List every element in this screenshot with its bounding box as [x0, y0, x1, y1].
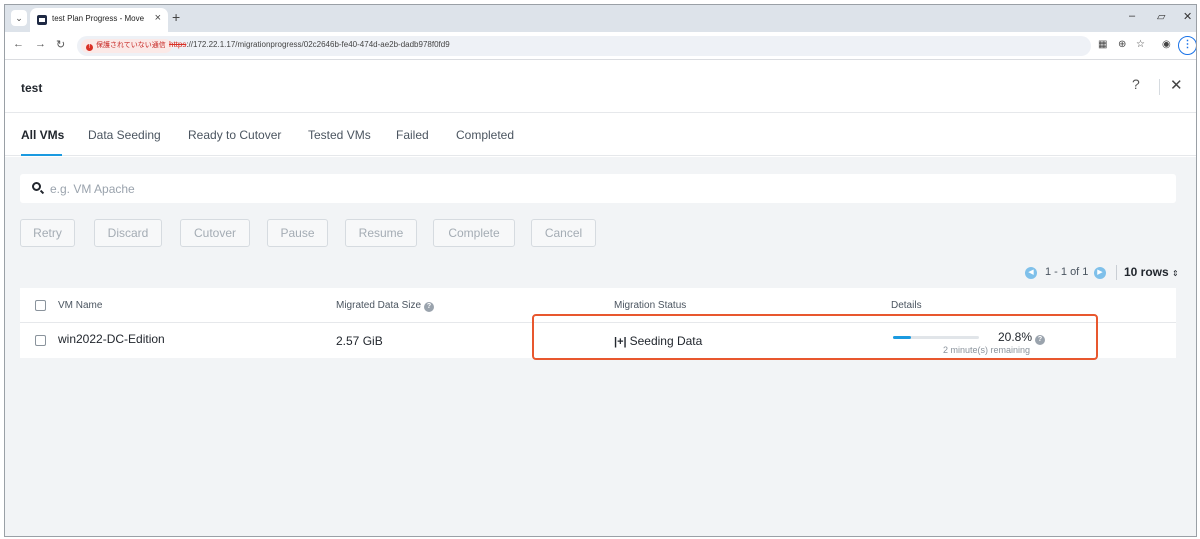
tab-search-icon[interactable]: ⌄ [11, 10, 27, 26]
app-header: test ? ✕ [5, 61, 1196, 113]
search-input[interactable] [50, 179, 1160, 198]
browser-tab-title: test Plan Progress - Move [52, 14, 145, 23]
tab-all-vms[interactable]: All VMs [21, 128, 64, 142]
resume-button[interactable]: Resume [345, 219, 417, 247]
page-range: 1 - 1 of 1 [1045, 266, 1089, 278]
discard-button[interactable]: Discard [94, 219, 162, 247]
pause-button[interactable]: Pause [267, 219, 328, 247]
security-label: 保護されていない通信 [96, 42, 166, 49]
col-vm-name[interactable]: VM Name [58, 300, 102, 311]
help-icon[interactable]: ? [1132, 76, 1140, 92]
url-scheme: https [169, 40, 187, 49]
bookmark-star-icon[interactable]: ☆ [1136, 39, 1145, 50]
reload-icon[interactable]: ↻ [56, 38, 65, 51]
vm-table: VM Name Migrated Data Size? Migration St… [20, 288, 1176, 358]
tab-data-seeding[interactable]: Data Seeding [88, 128, 161, 142]
zoom-icon[interactable]: ⊕ [1118, 39, 1126, 50]
url-text[interactable]: https://172.22.1.17/migrationprogress/02… [169, 40, 450, 49]
tab-completed[interactable]: Completed [456, 128, 514, 142]
pager-divider [1116, 265, 1117, 280]
col-migrated-data-size-label: Migrated Data Size [336, 300, 422, 311]
window-close-button[interactable]: ✕ [1183, 10, 1192, 23]
help-circle-icon[interactable]: ? [424, 302, 435, 312]
status-tabs: All VMs Data Seeding Ready to Cutover Te… [5, 113, 1196, 156]
profile-icon[interactable]: ◉ [1162, 39, 1171, 50]
select-all-checkbox[interactable] [35, 300, 46, 311]
seeding-icon: |+| [614, 336, 627, 348]
back-icon[interactable]: ← [13, 38, 24, 50]
tab-failed[interactable]: Failed [396, 128, 429, 142]
browser-menu-icon[interactable]: ⋮ [1178, 36, 1196, 55]
browser-tabstrip: ⌄ test Plan Progress - Move × + – ▱ ✕ [5, 5, 1196, 32]
retry-button[interactable]: Retry [20, 219, 75, 247]
page-title: test [21, 81, 43, 95]
time-remaining: 2 minute(s) remaining [943, 345, 1031, 355]
tab-close-icon[interactable]: × [155, 12, 161, 24]
progress-bar-fill [893, 336, 911, 339]
active-tab-indicator [21, 154, 62, 156]
translate-icon[interactable]: ▦ [1098, 39, 1107, 50]
main-content: Retry Discard Cutover Pause Resume Compl… [5, 157, 1196, 536]
search-icon [32, 182, 41, 191]
row-checkbox[interactable] [35, 335, 46, 346]
progress-percent-text: 20.8% [998, 330, 1033, 344]
tab-tested-vms[interactable]: Tested VMs [308, 128, 371, 142]
close-icon[interactable]: ✕ [1170, 76, 1183, 94]
col-migration-status[interactable]: Migration Status [614, 300, 686, 311]
browser-window: ⌄ test Plan Progress - Move × + – ▱ ✕ ← … [4, 4, 1197, 537]
security-indicator[interactable]: ! 保護されていない通信 [81, 39, 172, 53]
search-box [20, 174, 1176, 203]
complete-button[interactable]: Complete [433, 219, 515, 247]
cancel-button[interactable]: Cancel [531, 219, 596, 247]
next-page-icon[interactable]: ▶ [1094, 267, 1106, 279]
vm-name[interactable]: win2022-DC-Edition [58, 332, 165, 346]
new-tab-button[interactable]: + [172, 9, 180, 25]
tab-ready-to-cutover[interactable]: Ready to Cutover [188, 128, 281, 142]
progress-bar [893, 336, 979, 339]
progress-percent: 20.8%? [998, 330, 1046, 345]
restore-button[interactable]: ▱ [1157, 10, 1165, 23]
sort-caret-icon: ⇕ [1172, 269, 1179, 278]
rows-per-page-label: 10 rows [1124, 265, 1169, 279]
table-header: VM Name Migrated Data Size? Migration St… [20, 288, 1176, 323]
col-details[interactable]: Details [891, 300, 922, 311]
migrated-size: 2.57 GiB [336, 334, 383, 348]
col-migrated-data-size[interactable]: Migrated Data Size? [336, 300, 435, 312]
warning-icon: ! [86, 44, 93, 51]
minimize-button[interactable]: – [1129, 10, 1135, 22]
favicon-icon [37, 15, 47, 25]
url-path: ://172.22.1.17/migrationprogress/02c2646… [186, 40, 450, 49]
header-divider [1159, 79, 1160, 95]
help-circle-icon[interactable]: ? [1035, 335, 1046, 345]
browser-toolbar: ← → ↻ ! 保護されていない通信 https://172.22.1.17/mi… [5, 32, 1196, 60]
forward-icon[interactable]: → [35, 38, 46, 50]
address-bar[interactable]: ! 保護されていない通信 https://172.22.1.17/migratio… [77, 36, 1091, 56]
cutover-button[interactable]: Cutover [180, 219, 250, 247]
rows-per-page-select[interactable]: 10 rows ⇕ [1124, 265, 1179, 279]
migration-status: |+| Seeding Data [614, 334, 702, 348]
migration-status-text: Seeding Data [629, 334, 703, 348]
browser-tab[interactable]: test Plan Progress - Move × [30, 8, 168, 32]
prev-page-icon[interactable]: ◀ [1025, 267, 1037, 279]
